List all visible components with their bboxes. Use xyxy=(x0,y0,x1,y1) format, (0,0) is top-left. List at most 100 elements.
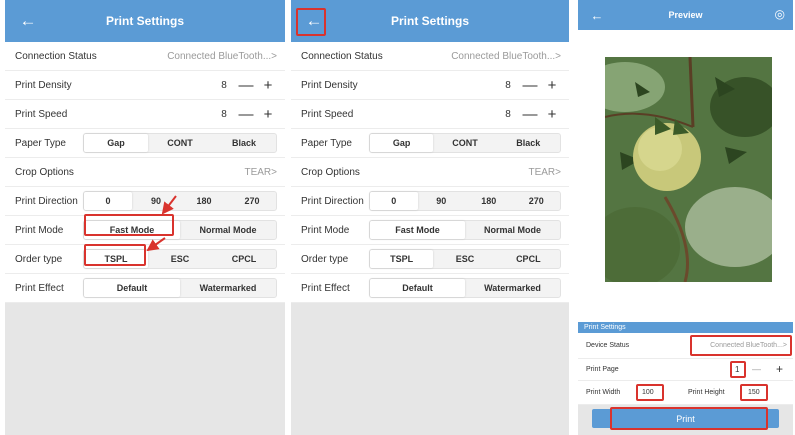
print-button[interactable]: Print xyxy=(592,409,779,428)
order-option-esc[interactable]: ESC xyxy=(433,250,496,268)
back-arrow-icon[interactable]: ← xyxy=(584,3,610,27)
print-density-row: Print Density 8 — + xyxy=(5,71,285,100)
paper-type-segmented: Gap CONT Black xyxy=(83,133,277,153)
direction-option-180[interactable]: 180 xyxy=(180,192,228,210)
direction-option-90[interactable]: 90 xyxy=(132,192,180,210)
print-effect-row: Print Effect Default Watermarked xyxy=(5,274,285,303)
mode-option-fast[interactable]: Fast Mode xyxy=(84,221,180,239)
paper-option-cont[interactable]: CONT xyxy=(148,134,212,152)
order-type-segmented: TSPL ESC CPCL xyxy=(369,249,561,269)
minus-icon[interactable]: — xyxy=(521,76,539,94)
order-option-tspl[interactable]: TSPL xyxy=(84,250,148,268)
print-speed-value: 8 xyxy=(221,108,227,120)
print-page-value[interactable]: 1 xyxy=(735,365,739,374)
direction-option-180[interactable]: 180 xyxy=(465,192,513,210)
direction-option-0[interactable]: 0 xyxy=(84,192,132,210)
print-direction-segmented: 0 90 180 270 xyxy=(83,191,277,211)
crop-options-label: Crop Options xyxy=(301,166,360,178)
print-speed-label: Print Speed xyxy=(15,108,68,120)
print-height-input[interactable]: 150 xyxy=(748,389,760,396)
plus-icon[interactable]: + xyxy=(543,76,561,94)
connection-status-row[interactable]: Connection Status Connected BlueTooth...… xyxy=(5,42,285,71)
print-direction-label: Print Direction xyxy=(15,195,78,207)
order-option-esc[interactable]: ESC xyxy=(148,250,212,268)
plus-icon[interactable]: + xyxy=(776,362,783,376)
effect-option-watermarked[interactable]: Watermarked xyxy=(180,279,276,297)
chevron-right-icon: > xyxy=(271,166,277,178)
mode-option-fast[interactable]: Fast Mode xyxy=(370,221,465,239)
effect-option-default[interactable]: Default xyxy=(370,279,465,297)
minus-icon[interactable]: — xyxy=(237,76,255,94)
page-title: Preview xyxy=(668,10,703,20)
order-option-tspl[interactable]: TSPL xyxy=(370,250,434,268)
print-height-label: Print Height xyxy=(688,389,725,396)
settings-icon[interactable]: ◎ xyxy=(775,7,785,21)
settings-screen-2: ← Print Settings Connection Status Conne… xyxy=(291,0,569,435)
print-mode-segmented: Fast Mode Normal Mode xyxy=(369,220,561,240)
print-page-row: Print Page 1 — + xyxy=(578,359,793,381)
effect-option-default[interactable]: Default xyxy=(84,279,180,297)
mode-option-normal[interactable]: Normal Mode xyxy=(465,221,560,239)
crop-options-value: TEAR> xyxy=(244,166,277,178)
print-mode-label: Print Mode xyxy=(15,224,64,236)
chevron-right-icon: > xyxy=(555,50,561,62)
order-type-label: Order type xyxy=(301,253,349,265)
order-type-segmented: TSPL ESC CPCL xyxy=(83,249,277,269)
minus-icon[interactable]: — xyxy=(237,105,255,123)
device-status-label: Device Status xyxy=(586,342,630,349)
order-option-cpcl[interactable]: CPCL xyxy=(212,250,276,268)
connection-status-row[interactable]: Connection Status Connected BlueTooth...… xyxy=(291,42,569,71)
plus-icon[interactable]: + xyxy=(543,105,561,123)
paper-type-label: Paper Type xyxy=(15,137,66,149)
minus-icon[interactable]: — xyxy=(521,105,539,123)
paper-option-gap[interactable]: Gap xyxy=(370,134,434,152)
print-width-label: Print Width xyxy=(586,389,621,396)
print-page-label: Print Page xyxy=(586,366,619,373)
paper-option-cont[interactable]: CONT xyxy=(433,134,496,152)
print-speed-label: Print Speed xyxy=(301,108,354,120)
connection-status-value: Connected BlueTooth...> xyxy=(167,50,277,62)
back-arrow-icon[interactable]: ← xyxy=(301,9,327,33)
print-effect-label: Print Effect xyxy=(301,282,350,294)
print-density-label: Print Density xyxy=(301,79,358,91)
print-speed-row: Print Speed 8 — + xyxy=(5,100,285,129)
minus-icon[interactable]: — xyxy=(752,364,761,374)
direction-option-270[interactable]: 270 xyxy=(513,192,561,210)
print-density-value: 8 xyxy=(221,79,227,91)
device-status-row[interactable]: Device Status Connected BlueTooth...> xyxy=(578,333,793,359)
print-direction-segmented: 0 90 180 270 xyxy=(369,191,561,211)
print-mode-row: Print Mode Fast Mode Normal Mode xyxy=(5,216,285,245)
direction-option-90[interactable]: 90 xyxy=(418,192,466,210)
direction-option-0[interactable]: 0 xyxy=(370,192,418,210)
print-direction-row: Print Direction 0 90 180 270 xyxy=(5,187,285,216)
crop-options-row[interactable]: Crop Options TEAR> xyxy=(5,158,285,187)
header-bar: ← Preview ◎ xyxy=(578,0,793,30)
connection-status-label: Connection Status xyxy=(301,50,383,62)
plus-icon[interactable]: + xyxy=(259,76,277,94)
paper-type-row: Paper Type Gap CONT Black xyxy=(291,129,569,158)
direction-option-270[interactable]: 270 xyxy=(228,192,276,210)
header-bar: ← Print Settings xyxy=(291,0,569,42)
back-arrow-icon[interactable]: ← xyxy=(15,9,41,33)
crop-options-label: Crop Options xyxy=(15,166,74,178)
crop-options-row[interactable]: Crop Options TEAR> xyxy=(291,158,569,187)
settings-list: Connection Status Connected BlueTooth...… xyxy=(5,42,285,303)
settings-screen-1: ← Print Settings Connection Status Conne… xyxy=(5,0,285,435)
plus-icon[interactable]: + xyxy=(259,105,277,123)
order-option-cpcl[interactable]: CPCL xyxy=(497,250,560,268)
print-speed-row: Print Speed 8 — + xyxy=(291,100,569,129)
print-density-value: 8 xyxy=(505,79,511,91)
mode-option-normal[interactable]: Normal Mode xyxy=(180,221,276,239)
print-width-input[interactable]: 100 xyxy=(642,389,654,396)
page-title: Print Settings xyxy=(390,14,469,28)
effect-option-watermarked[interactable]: Watermarked xyxy=(465,279,560,297)
paper-option-black[interactable]: Black xyxy=(212,134,276,152)
settings-list: Connection Status Connected BlueTooth...… xyxy=(291,42,569,303)
paper-option-gap[interactable]: Gap xyxy=(84,134,148,152)
print-direction-label: Print Direction xyxy=(301,195,364,207)
preview-image xyxy=(605,57,772,282)
order-type-label: Order type xyxy=(15,253,63,265)
paper-option-black[interactable]: Black xyxy=(497,134,560,152)
page-title: Print Settings xyxy=(105,14,184,28)
order-type-row: Order type TSPL ESC CPCL xyxy=(5,245,285,274)
